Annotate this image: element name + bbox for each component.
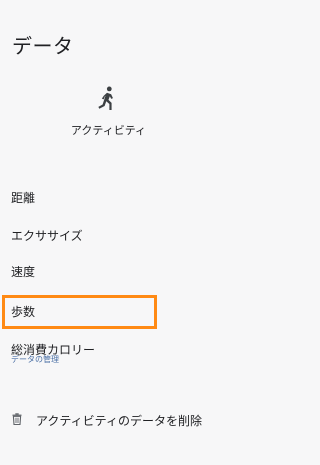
menu-item-steps[interactable]: 歩数 (0, 295, 217, 327)
trash-icon (12, 413, 22, 425)
page-title: データ (12, 34, 74, 58)
section-header-data-management: データの管理 (11, 355, 59, 364)
running-person-icon (98, 86, 113, 110)
activity-label: アクティビティ (70, 124, 147, 137)
menu-item-distance[interactable]: 距離 (0, 181, 217, 213)
menu-item-label: エクササイズ (11, 228, 83, 243)
delete-activity-data-label: アクティビティのデータを削除 (36, 413, 202, 428)
menu-item-label: 速度 (11, 264, 36, 279)
menu-item-exercise[interactable]: エクササイズ (0, 219, 217, 251)
menu-item-label: 距離 (11, 190, 36, 205)
delete-activity-data-button[interactable]: アクティビティのデータを削除 (0, 406, 217, 434)
menu-item-speed[interactable]: 速度 (0, 255, 217, 287)
menu-item-label: 歩数 (11, 304, 36, 319)
